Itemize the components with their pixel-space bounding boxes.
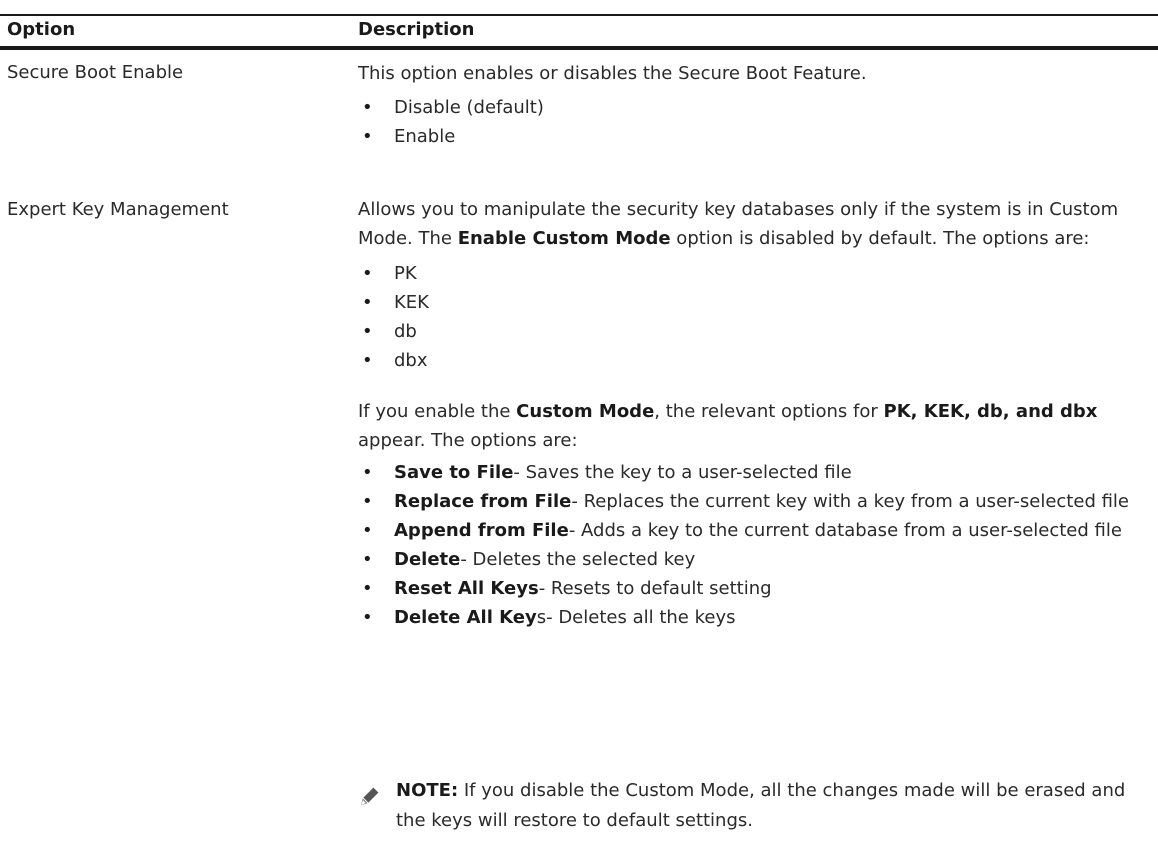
list-item: Save to File- Saves the key to a user-se… xyxy=(358,459,1148,488)
list-item: dbx xyxy=(358,346,1148,375)
list-item: Replace from File- Replaces the current … xyxy=(358,488,1148,517)
option-secure-boot-enable: Secure Boot Enable xyxy=(7,62,184,83)
list-item: Delete- Deletes the selected key xyxy=(358,546,1148,575)
note-label: NOTE: xyxy=(396,780,459,801)
list-item: Disable (default) xyxy=(358,93,1148,122)
note-block: NOTE: If you disable the Custom Mode, al… xyxy=(358,776,1148,836)
list-item: KEK xyxy=(358,288,1148,317)
table-top-rule xyxy=(0,14,1158,16)
bold-term: Enable Custom Mode xyxy=(457,228,671,249)
description-text: Allows you to manipulate the security ke… xyxy=(358,199,1119,249)
header-option: Option xyxy=(7,19,76,40)
list-item: PK xyxy=(358,259,1148,288)
custom-mode-text: If you enable the Custom Mode, the relev… xyxy=(358,401,1098,451)
list-item: db xyxy=(358,317,1148,346)
bullet-list: PK KEK db dbx xyxy=(358,259,1148,375)
bullet-list: Disable (default) Enable xyxy=(358,93,1148,151)
list-item: Delete All Keys- Deletes all the keys xyxy=(358,604,1148,633)
description-secure-boot-enable: This option enables or disables the Secu… xyxy=(358,58,1148,151)
option-expert-key-management: Expert Key Management xyxy=(7,199,229,220)
header-description: Description xyxy=(358,19,475,40)
description-expert-key-management: Allows you to manipulate the security ke… xyxy=(358,195,1148,633)
note-text: NOTE: If you disable the Custom Mode, al… xyxy=(396,780,1126,831)
table-header-rule xyxy=(0,46,1158,50)
list-item: Reset All Keys- Resets to default settin… xyxy=(358,575,1148,604)
pencil-note-icon xyxy=(361,786,380,805)
description-text: This option enables or disables the Secu… xyxy=(358,63,867,84)
action-list: Save to File- Saves the key to a user-se… xyxy=(358,459,1148,633)
list-item: Append from File- Adds a key to the curr… xyxy=(358,517,1148,546)
list-item: Enable xyxy=(358,122,1148,151)
